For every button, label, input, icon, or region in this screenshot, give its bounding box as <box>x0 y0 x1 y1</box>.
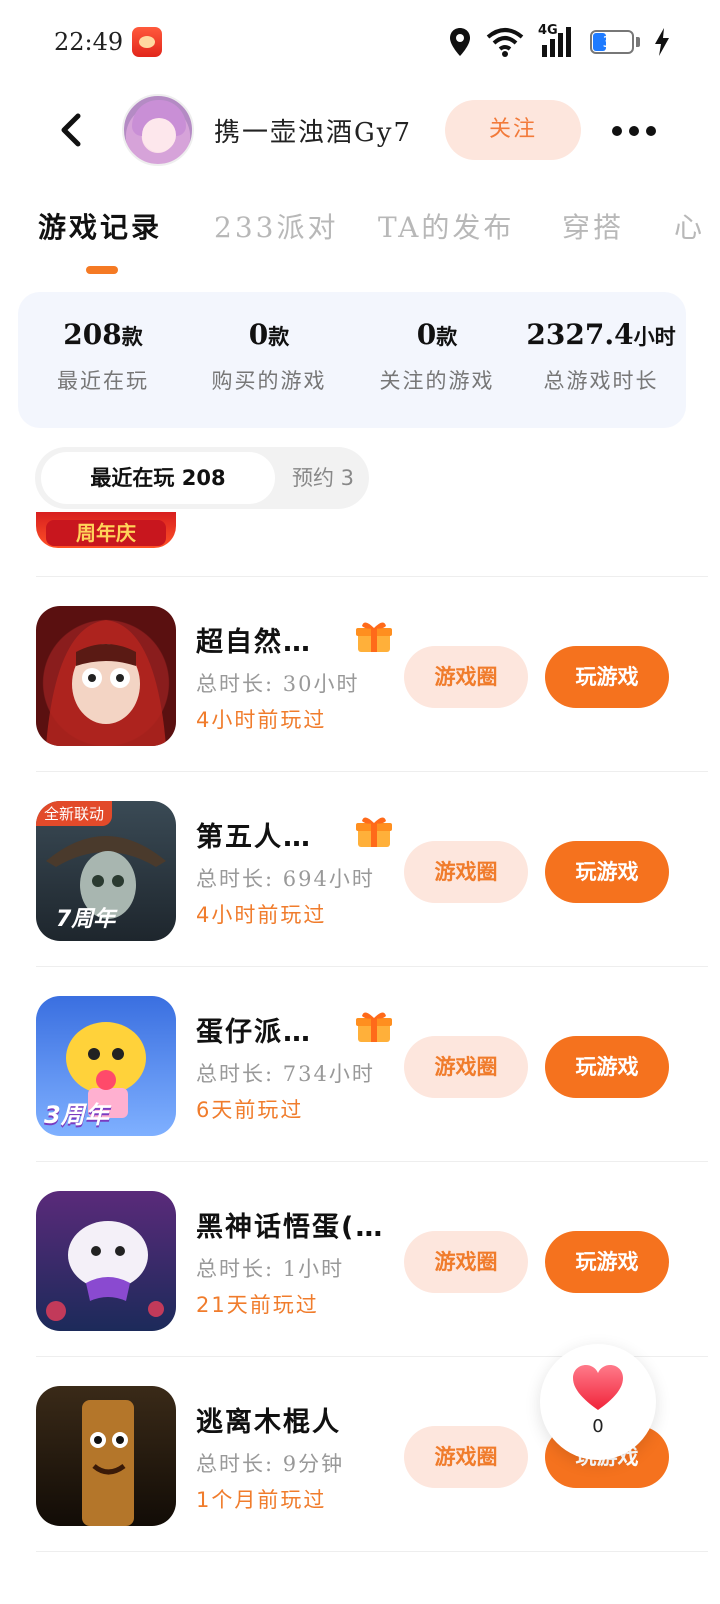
icon-caption: 3周年 <box>44 1101 109 1129</box>
play-game-button[interactable]: 玩游戏 <box>545 1036 669 1098</box>
game-title: 蛋仔派… <box>196 1017 312 1048</box>
stat-followed-games[interactable]: 0款 关注的游戏 <box>352 318 522 395</box>
active-tab-indicator <box>86 266 118 274</box>
profile-header: 携一壶浊酒Gy7 关注 <box>0 86 720 176</box>
cellular-signal-icon: 4G <box>538 23 576 57</box>
like-count: 0 <box>592 1416 604 1437</box>
tab-bar: 游戏记录 233派对 TA的发布 穿搭 心 <box>0 196 720 276</box>
wifi-icon <box>486 28 524 57</box>
play-duration: 总时长: 1小时 <box>196 1257 345 1281</box>
like-floating-button[interactable]: 0 <box>540 1344 656 1460</box>
gift-icon[interactable] <box>356 815 392 849</box>
partial-icon-caption: 周年庆 <box>46 520 166 546</box>
follow-button[interactable]: 关注 <box>445 100 581 160</box>
play-duration: 总时长: 694小时 <box>196 867 375 891</box>
username: 携一壶浊酒Gy7 <box>214 118 413 148</box>
list-item[interactable]: 全新联动 7周年 第五人… 总时长: 694小时 4小时前玩过 游戏圈 玩游戏 <box>0 771 720 966</box>
system-icons: 4G 31 <box>448 23 670 60</box>
list-item[interactable]: 3周年 蛋仔派… 总时长: 734小时 6天前玩过 游戏圈 玩游戏 <box>0 966 720 1161</box>
last-played: 4小时前玩过 <box>196 708 327 732</box>
charging-icon <box>655 28 669 56</box>
tab-outfits[interactable]: 穿搭 <box>562 206 624 246</box>
game-circle-button[interactable]: 游戏圈 <box>404 1231 528 1293</box>
stat-total-playtime[interactable]: 2327.4小时 总游戏时长 <box>516 318 686 395</box>
status-bar: 22:49 4G 31 <box>0 0 720 84</box>
game-title: 黑神话悟蛋(… <box>196 1212 385 1243</box>
divider <box>36 1551 708 1552</box>
icon-caption: 7周年 <box>56 907 116 932</box>
status-time: 22:49 <box>54 28 124 56</box>
game-circle-button[interactable]: 游戏圈 <box>404 841 528 903</box>
stat-unit: 款 <box>436 325 458 349</box>
game-title: 超自然… <box>196 627 312 658</box>
stat-value: 0 <box>248 318 269 351</box>
gift-icon[interactable] <box>356 620 392 654</box>
segment-reserved[interactable]: 预约 3 <box>283 452 363 504</box>
stat-recent-playing[interactable]: 208款 最近在玩 <box>18 318 188 395</box>
stat-unit: 款 <box>121 325 143 349</box>
game-circle-button[interactable]: 游戏圈 <box>404 1426 528 1488</box>
last-played: 4小时前玩过 <box>196 903 327 927</box>
stat-value: 0 <box>416 318 437 351</box>
list-item[interactable]: 黑神话悟蛋(… 总时长: 1小时 21天前玩过 游戏圈 玩游戏 <box>0 1161 720 1356</box>
stat-unit: 款 <box>268 325 290 349</box>
icon-badge: 全新联动 <box>36 801 113 826</box>
tab-ta-posts[interactable]: TA的发布 <box>378 206 514 246</box>
battery-level: 31 <box>602 33 622 51</box>
more-options-icon[interactable] <box>612 126 656 136</box>
location-icon <box>450 28 470 56</box>
list-item[interactable]: 超自然… 总时长: 30小时 4小时前玩过 游戏圈 玩游戏 <box>0 576 720 771</box>
stat-label: 最近在玩 <box>57 369 149 393</box>
stats-card: 208款 最近在玩 0款 购买的游戏 0款 关注的游戏 2327.4小时 总游戏… <box>18 292 686 428</box>
game-icon[interactable] <box>36 1386 176 1526</box>
game-title: 逃离木棍人 <box>196 1407 341 1438</box>
last-played: 6天前玩过 <box>196 1098 304 1122</box>
play-duration: 总时长: 734小时 <box>196 1062 375 1086</box>
last-played: 1个月前玩过 <box>196 1488 327 1512</box>
stat-value: 2327.4 <box>526 318 634 351</box>
stat-label: 购买的游戏 <box>211 369 327 393</box>
list-filter-segment: 最近在玩 208 预约 3 <box>35 447 369 509</box>
tab-more-cut[interactable]: 心 <box>674 206 705 246</box>
stat-unit: 小时 <box>633 325 676 349</box>
heart-icon <box>573 1365 623 1410</box>
play-game-button[interactable]: 玩游戏 <box>545 1231 669 1293</box>
tab-game-records[interactable]: 游戏记录 <box>38 206 162 246</box>
game-icon[interactable] <box>36 1191 176 1331</box>
stat-label: 关注的游戏 <box>379 369 495 393</box>
game-title: 第五人… <box>196 822 312 853</box>
app-notification-icon <box>132 27 162 57</box>
game-circle-button[interactable]: 游戏圈 <box>404 646 528 708</box>
partial-game-icon[interactable]: 周年庆 <box>36 512 176 548</box>
game-circle-button[interactable]: 游戏圈 <box>404 1036 528 1098</box>
gift-icon[interactable] <box>356 1010 392 1044</box>
stat-value: 208 <box>63 318 122 351</box>
game-icon[interactable]: 全新联动 7周年 <box>36 801 176 941</box>
stat-label: 总游戏时长 <box>543 369 659 393</box>
play-duration: 总时长: 30小时 <box>196 672 360 696</box>
game-icon[interactable]: 3周年 <box>36 996 176 1136</box>
stat-purchased-games[interactable]: 0款 购买的游戏 <box>184 318 354 395</box>
play-duration: 总时长: 9分钟 <box>196 1452 345 1476</box>
segment-recent-playing[interactable]: 最近在玩 208 <box>41 452 275 504</box>
play-game-button[interactable]: 玩游戏 <box>545 841 669 903</box>
play-game-button[interactable]: 玩游戏 <box>545 646 669 708</box>
last-played: 21天前玩过 <box>196 1293 319 1317</box>
back-arrow-icon[interactable] <box>56 112 86 148</box>
tab-233-party[interactable]: 233派对 <box>214 206 338 246</box>
game-icon[interactable] <box>36 606 176 746</box>
avatar[interactable] <box>122 94 194 166</box>
battery-tip <box>636 37 640 47</box>
battery-icon: 31 <box>590 30 634 54</box>
